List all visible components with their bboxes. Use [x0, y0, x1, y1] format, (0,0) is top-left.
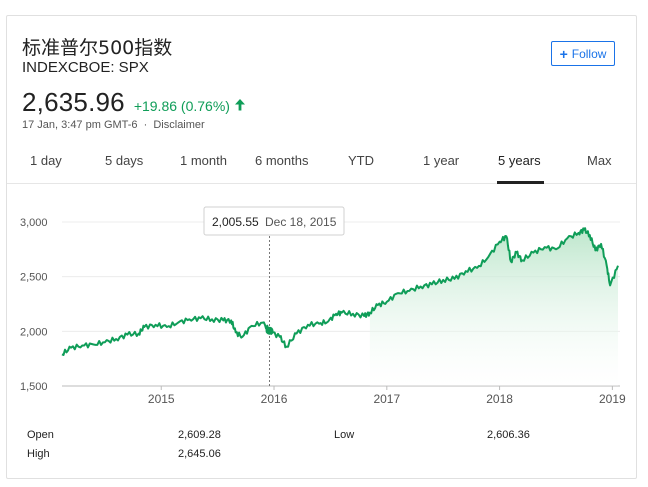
- hover-point: [265, 326, 274, 335]
- follow-button[interactable]: + Follow: [551, 41, 615, 66]
- x-tick-label: 2015: [148, 392, 175, 406]
- x-tick-label: 2016: [261, 392, 288, 406]
- current-price: 2,635.96: [22, 87, 125, 117]
- tooltip-date: Dec 18, 2015: [265, 215, 337, 229]
- high-label: High: [27, 448, 50, 460]
- tooltip-value: 2,005.55: [212, 215, 259, 229]
- tab-ytd[interactable]: YTD: [348, 153, 374, 168]
- y-tick-label: 2,500: [20, 272, 48, 284]
- y-tick-label: 2,000: [20, 326, 48, 338]
- price-row: 2,635.96 +19.86 (0.76%): [22, 87, 246, 118]
- x-tick-label: 2019: [599, 392, 626, 406]
- tab-1-month[interactable]: 1 month: [180, 153, 227, 168]
- y-tick-label: 1,500: [20, 381, 48, 393]
- price-chart[interactable]: 3,000 2,500 2,000 1,500 2015 2016 2017 2018 2019…: [0, 185, 648, 415]
- meta-separator: ·: [143, 119, 148, 131]
- y-tick-label: 3,000: [20, 217, 48, 229]
- up-arrow-icon: [234, 99, 245, 111]
- high-value: 2,645.06: [178, 448, 221, 460]
- price-change: +19.86 (0.76%): [133, 98, 230, 114]
- tab-1-year[interactable]: 1 year: [423, 153, 459, 168]
- low-value: 2,606.36: [487, 429, 530, 441]
- plus-icon: +: [559, 45, 568, 62]
- open-value: 2,609.28: [178, 429, 221, 441]
- index-title: 标准普尔500指数: [22, 37, 173, 59]
- tab-1-day[interactable]: 1 day: [30, 153, 62, 168]
- hover-tooltip: 2,005.55 Dec 18, 2015: [203, 206, 345, 236]
- quote-meta: 17 Jan, 3:47 pm GMT-6 · Disclaimer: [22, 119, 205, 131]
- tab-5-days[interactable]: 5 days: [105, 153, 143, 168]
- tab-5-years[interactable]: 5 years: [498, 153, 541, 168]
- x-tick-label: 2018: [486, 392, 513, 406]
- open-label: Open: [27, 429, 54, 441]
- follow-label: Follow: [571, 46, 607, 61]
- disclaimer-link[interactable]: Disclaimer: [153, 119, 204, 131]
- tab-max[interactable]: Max: [587, 153, 612, 168]
- tab-6-months[interactable]: 6 months: [255, 153, 308, 168]
- active-tab-indicator: [497, 181, 544, 184]
- highlight-area: [369, 229, 618, 386]
- ticker-symbol: INDEXCBOE: SPX: [22, 59, 149, 76]
- quote-timestamp: 17 Jan, 3:47 pm GMT-6: [22, 119, 138, 131]
- low-label: Low: [334, 429, 355, 441]
- x-tick-label: 2017: [373, 392, 400, 406]
- time-range-tabs: 1 day 5 days 1 month 6 months YTD 1 year…: [7, 148, 636, 184]
